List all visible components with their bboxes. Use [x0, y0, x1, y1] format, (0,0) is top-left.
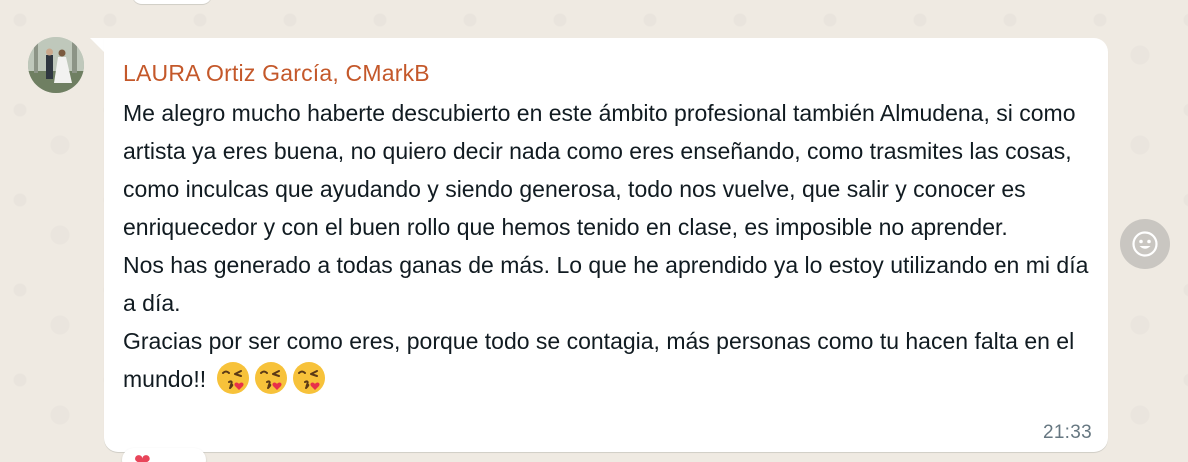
message-paragraph-1: Me alegro mucho haberte descubierto en e… — [123, 100, 1076, 240]
heart-icon: ❤ — [134, 451, 151, 462]
previous-message-bubble[interactable] — [132, 0, 212, 4]
kiss-emoji-icon — [216, 362, 249, 394]
kiss-emoji-icon — [292, 362, 325, 394]
kiss-emoji-icon — [254, 362, 287, 394]
message-paragraph-2: Nos has generado a todas ganas de más. L… — [123, 252, 1089, 316]
message-bubble[interactable]: LAURA Ortiz García, CMarkB Me alegro muc… — [104, 38, 1108, 452]
reaction-badge[interactable]: ❤ — [122, 448, 206, 462]
sender-avatar[interactable] — [28, 37, 84, 93]
avatar-photo — [28, 37, 84, 93]
smiley-icon — [1132, 231, 1158, 257]
emoji-group — [206, 362, 326, 394]
message-timestamp: 21:33 — [1042, 422, 1092, 443]
react-button[interactable] — [1120, 219, 1170, 269]
sender-name[interactable]: LAURA Ortiz García, CMarkB — [123, 58, 1088, 88]
message-text: Me alegro mucho haberte descubierto en e… — [123, 94, 1103, 398]
message-paragraph-3: Gracias por ser como eres, porque todo s… — [123, 322, 1103, 398]
